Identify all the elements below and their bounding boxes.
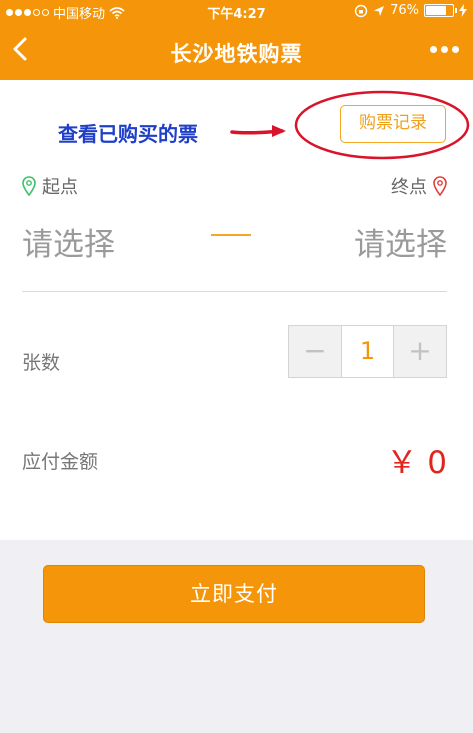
navigation-bar: 长沙地铁购票 [0,22,473,80]
origin-pin-icon [22,176,36,196]
origin-label: 起点 [22,173,78,199]
route-arrow-icon [211,234,251,236]
quantity-label: 张数 [22,352,61,374]
origin-label-text: 起点 [42,177,78,198]
quantity-value: 1 [341,326,394,377]
decrease-button[interactable]: − [289,326,341,377]
increase-button[interactable]: + [394,326,446,377]
battery-percent: 76% [390,3,419,18]
page-title: 长沙地铁购票 [170,42,303,66]
destination-pin-icon [433,176,447,196]
purchase-records-button[interactable]: 购票记录 [340,105,446,143]
destination-label-text: 终点 [391,177,427,198]
annotation-text: 查看已购买的票 [58,122,198,146]
rotation-lock-icon [354,4,368,17]
amount-value: ￥ 0 [386,445,447,481]
battery-icon [424,4,457,17]
status-bar: 中国移动 下午4:27 76% [0,0,473,22]
status-right: 76% [354,3,467,18]
quantity-stepper: − 1 + [288,325,447,378]
charging-icon [459,4,467,17]
location-icon [374,5,385,16]
amount-label: 应付金额 [22,451,99,473]
origin-select[interactable]: 请选择 [22,219,115,264]
destination-label: 终点 [391,173,447,199]
destination-select[interactable]: 请选择 [354,219,447,264]
divider [22,291,447,292]
annotation-arrow-icon [230,125,286,137]
more-icon[interactable] [430,46,459,53]
pay-now-button[interactable]: 立即支付 [43,565,425,623]
